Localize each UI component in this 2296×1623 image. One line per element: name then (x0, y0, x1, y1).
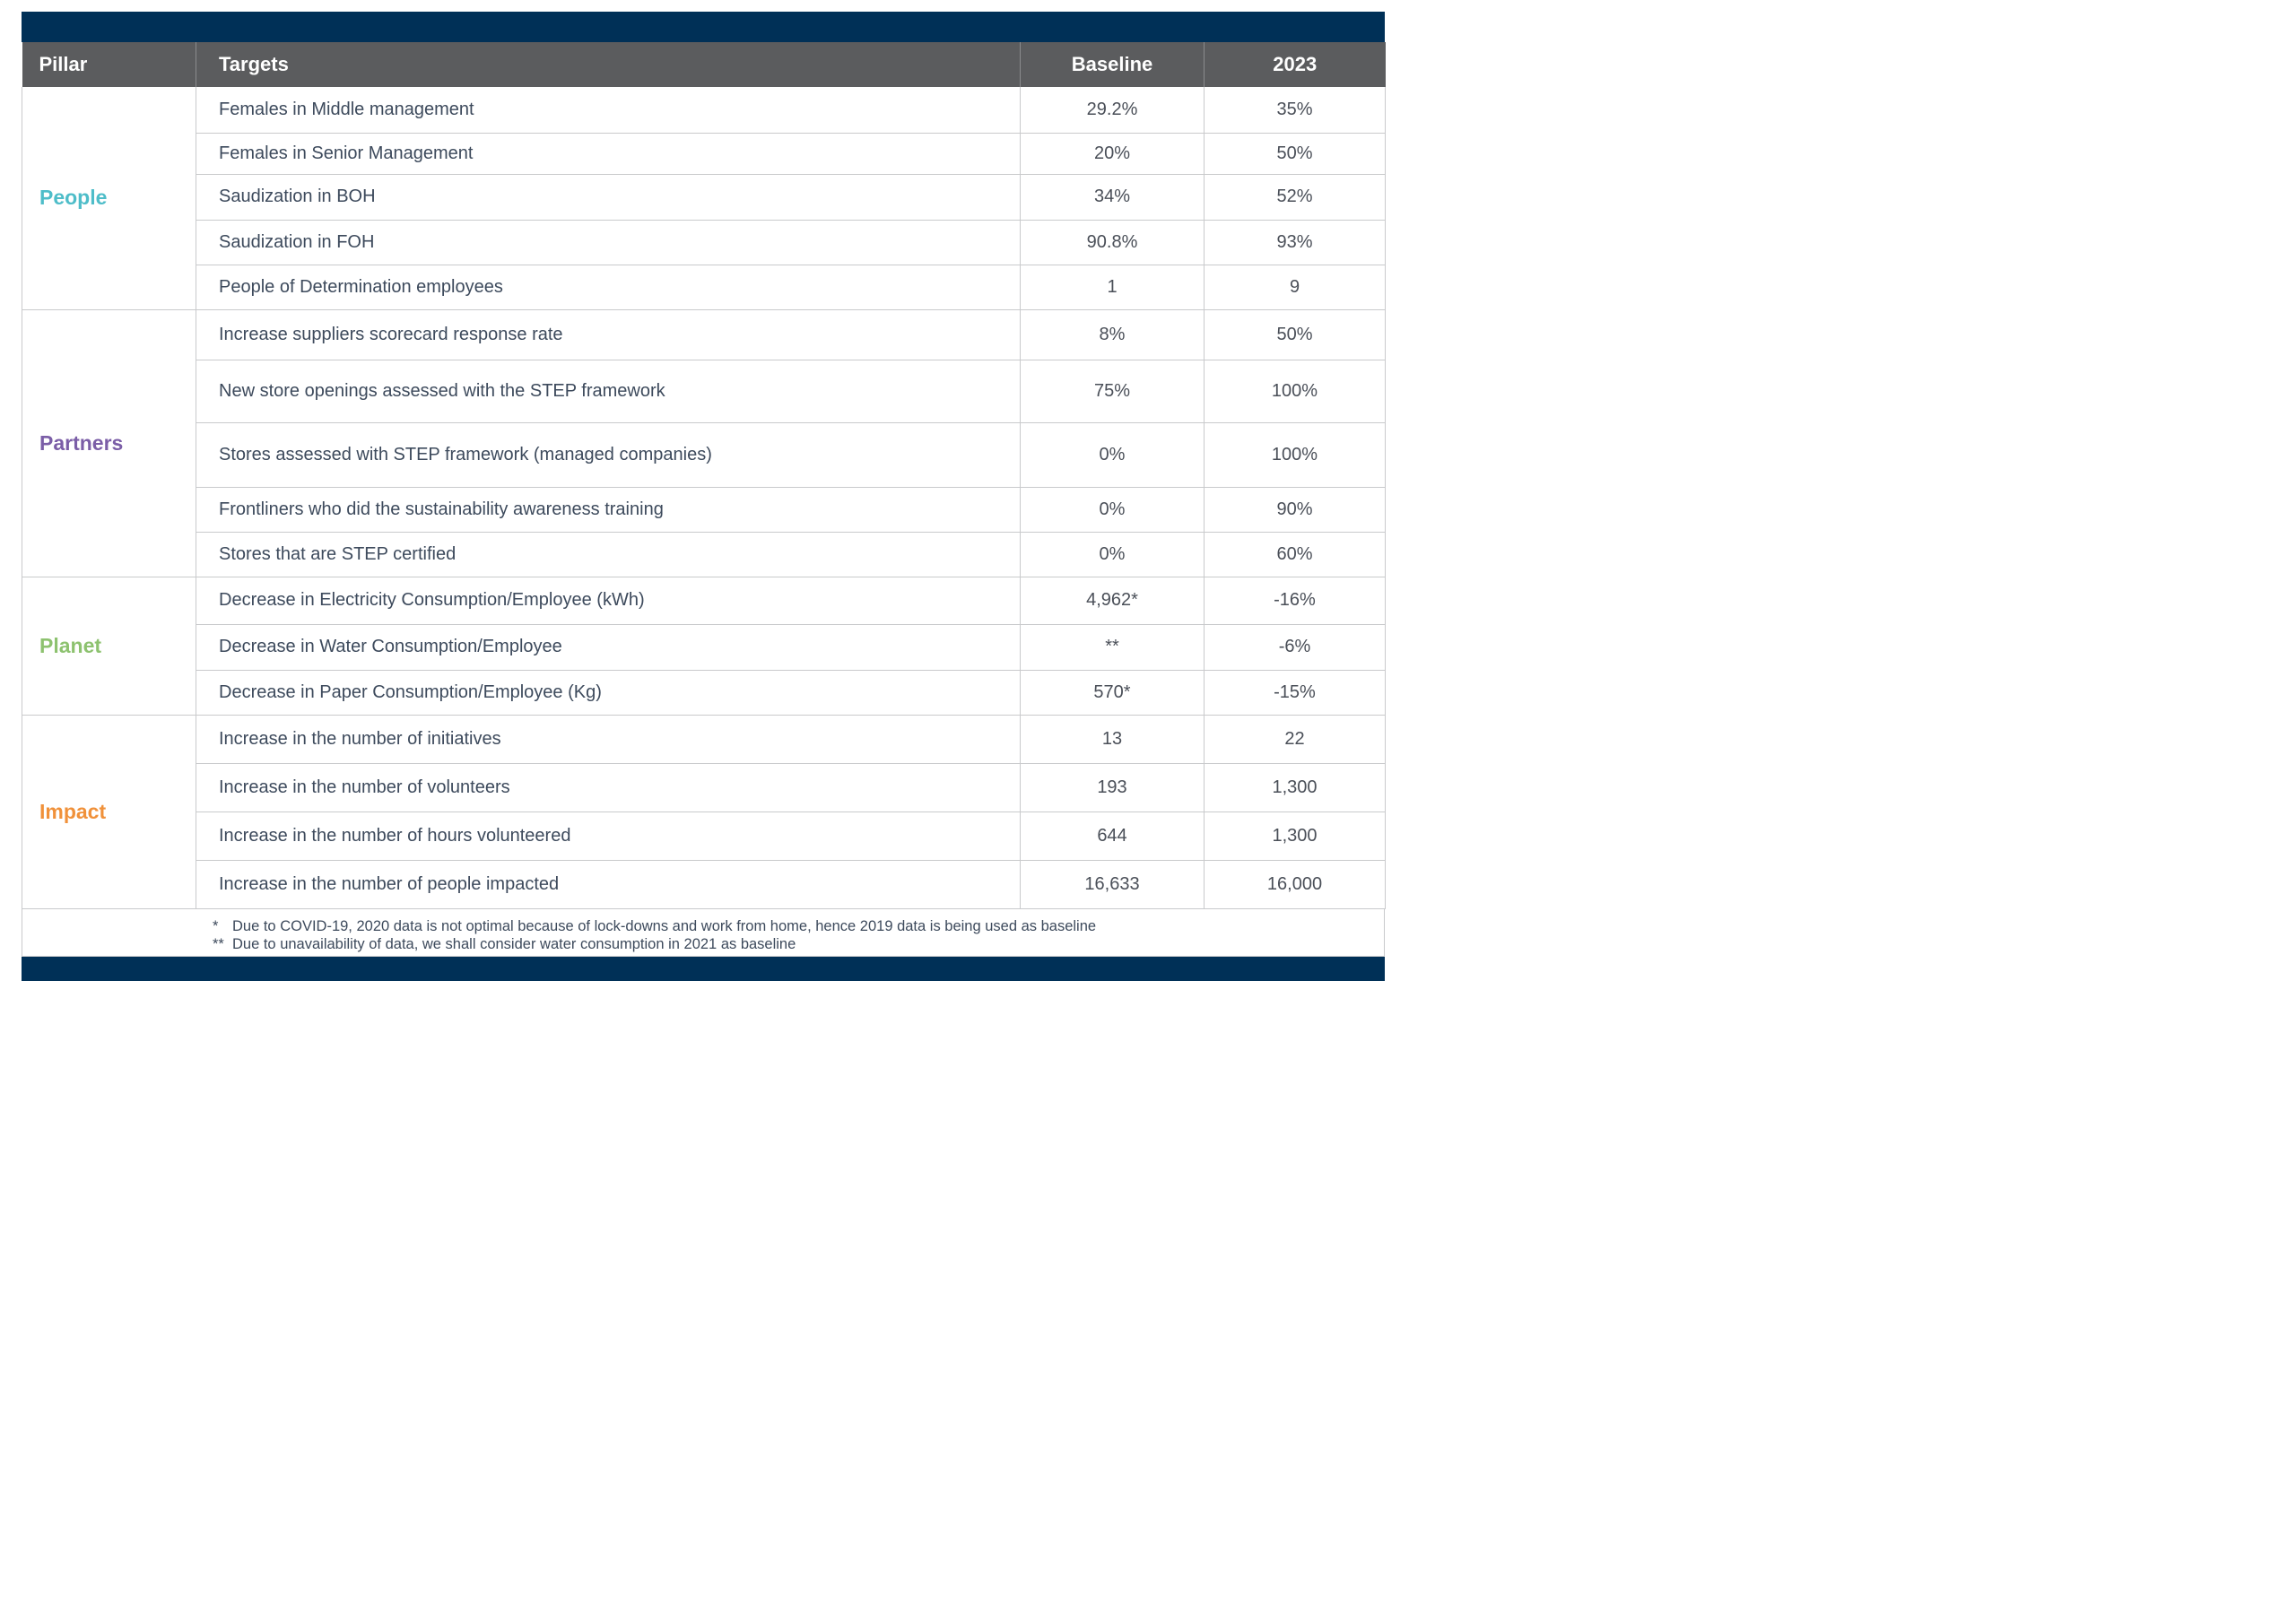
target-cell: Increase in the number of initiatives (196, 714, 1021, 764)
column-header-baseline: Baseline (1020, 42, 1205, 87)
target-cell: Increase in the number of hours voluntee… (196, 811, 1021, 861)
year-2023-cell: 100% (1204, 421, 1386, 488)
table-row: Increase in the number of volunteers 193 1… (22, 762, 1386, 812)
footnotes: * Due to COVID-19, 2020 data is not optim… (22, 908, 1385, 957)
year-2023-cell: 52% (1204, 173, 1386, 221)
target-cell: Stores assessed with STEP framework (man… (196, 421, 1021, 488)
table-header-row: Pillar Targets Baseline 2023 (22, 42, 1386, 87)
pillar-label-impact: Impact (22, 714, 196, 909)
year-2023-cell: -6% (1204, 623, 1386, 671)
target-cell: People of Determination employees (196, 264, 1021, 310)
target-cell: Increase in the number of volunteers (196, 762, 1021, 812)
column-header-targets: Targets (196, 42, 1021, 87)
table-row: Stores assessed with STEP framework (man… (22, 421, 1386, 488)
footnote-text: Due to COVID-19, 2020 data is not optima… (232, 917, 1097, 934)
year-2023-cell: 22 (1204, 714, 1386, 764)
targets-table-frame: Pillar Targets Baseline 2023 People Femal… (22, 12, 1386, 981)
baseline-cell: 8% (1020, 308, 1205, 360)
year-2023-cell: -16% (1204, 576, 1386, 625)
table-row: Planet Decrease in Electricity Consumptio… (22, 576, 1386, 716)
table-row: Females in Senior Management 20% 50% (22, 132, 1386, 175)
target-cell: Increase suppliers scorecard response ra… (196, 308, 1021, 360)
target-cell: Stores that are STEP certified (196, 531, 1021, 577)
table-row: Increase in the number of people impacte… (22, 859, 1386, 909)
footnote-mark: ** (213, 935, 224, 952)
footnote-mark: * (213, 917, 219, 934)
table-row: Impact Increase in the number of initiati… (22, 714, 1386, 909)
target-cell: Decrease in Paper Consumption/Employee (… (196, 669, 1021, 716)
baseline-cell: 0% (1020, 486, 1205, 533)
table-row: People of Determination employees 1 9 (22, 264, 1386, 310)
year-2023-cell: 100% (1204, 359, 1386, 423)
table-row: People Females in Middle management 29.2% 3… (22, 87, 1386, 310)
targets-table: Pillar Targets Baseline 2023 People Femal… (22, 42, 1386, 909)
target-cell: Decrease in Water Consumption/Employee (196, 623, 1021, 671)
pillar-label-planet: Planet (22, 576, 196, 716)
table-row: Partners Increase suppliers scorecard res… (22, 308, 1386, 577)
pillar-label-people: People (22, 87, 196, 310)
column-header-pillar: Pillar (22, 42, 196, 87)
column-header-year: 2023 (1204, 42, 1386, 87)
table-row: Decrease in Paper Consumption/Employee (… (22, 669, 1386, 716)
baseline-cell: 34% (1020, 173, 1205, 221)
baseline-cell: 75% (1020, 359, 1205, 423)
footnote: ** Due to unavailability of data, we shal… (213, 935, 1384, 953)
pillar-label-partners: Partners (22, 308, 196, 577)
baseline-cell: 0% (1020, 421, 1205, 488)
year-2023-cell: 50% (1204, 132, 1386, 175)
target-cell: Saudization in BOH (196, 173, 1021, 221)
table-body: People Females in Middle management 29.2% 3… (22, 87, 1386, 909)
table-row: New store openings assessed with the STE… (22, 359, 1386, 423)
table-row: Saudization in FOH 90.8% 93% (22, 219, 1386, 265)
table-row: Saudization in BOH 34% 52% (22, 173, 1386, 221)
table-row: Decrease in Water Consumption/Employee **… (22, 623, 1386, 671)
year-2023-cell: 93% (1204, 219, 1386, 265)
footnote-text: Due to unavailability of data, we shall … (232, 935, 796, 952)
top-header-bar (22, 12, 1385, 42)
baseline-cell: 1 (1020, 264, 1205, 310)
year-2023-cell: 60% (1204, 531, 1386, 577)
baseline-cell: 16,633 (1020, 859, 1205, 909)
year-2023-cell: 1,300 (1204, 811, 1386, 861)
year-2023-cell: 1,300 (1204, 762, 1386, 812)
target-cell: Saudization in FOH (196, 219, 1021, 265)
target-cell: New store openings assessed with the STE… (196, 359, 1021, 423)
footnote: * Due to COVID-19, 2020 data is not optim… (213, 917, 1384, 935)
target-cell: Increase in the number of people impacte… (196, 859, 1021, 909)
baseline-cell: 0% (1020, 531, 1205, 577)
table-row: Frontliners who did the sustainability a… (22, 486, 1386, 533)
year-2023-cell: 50% (1204, 308, 1386, 360)
baseline-cell: 29.2% (1020, 87, 1205, 134)
year-2023-cell: 9 (1204, 264, 1386, 310)
baseline-cell: 13 (1020, 714, 1205, 764)
table-row: Increase in the number of hours voluntee… (22, 811, 1386, 861)
baseline-cell: 644 (1020, 811, 1205, 861)
target-cell: Frontliners who did the sustainability a… (196, 486, 1021, 533)
year-2023-cell: 35% (1204, 87, 1386, 134)
year-2023-cell: 16,000 (1204, 859, 1386, 909)
year-2023-cell: 90% (1204, 486, 1386, 533)
baseline-cell: 570* (1020, 669, 1205, 716)
target-cell: Females in Middle management (196, 87, 1021, 134)
baseline-cell: 90.8% (1020, 219, 1205, 265)
baseline-cell: 4,962* (1020, 576, 1205, 625)
target-cell: Females in Senior Management (196, 132, 1021, 175)
baseline-cell: 193 (1020, 762, 1205, 812)
target-cell: Decrease in Electricity Consumption/Empl… (196, 576, 1021, 625)
baseline-cell: ** (1020, 623, 1205, 671)
bottom-footer-bar (22, 956, 1385, 981)
table-row: Stores that are STEP certified 0% 60% (22, 531, 1386, 577)
baseline-cell: 20% (1020, 132, 1205, 175)
year-2023-cell: -15% (1204, 669, 1386, 716)
